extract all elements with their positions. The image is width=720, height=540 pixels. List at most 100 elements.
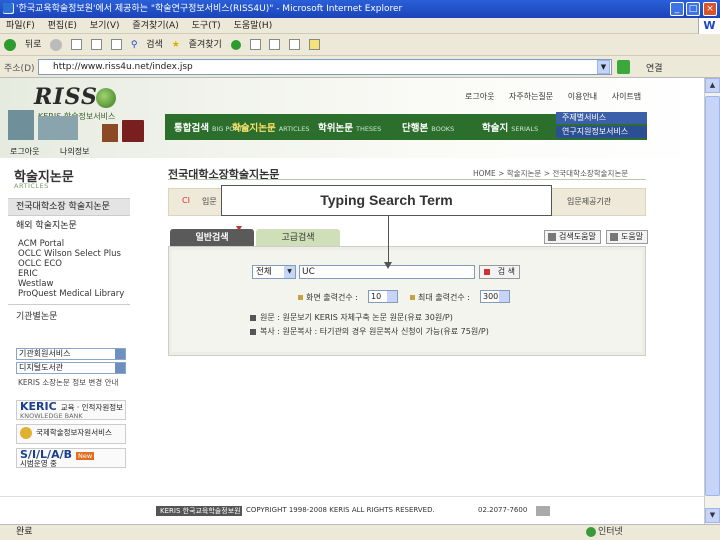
go-arrow-icon[interactable] [617, 60, 630, 74]
db-link-eric[interactable]: ERIC [18, 269, 124, 279]
left-nav-subtitle: ARTICLES [14, 182, 49, 190]
my-info-link[interactable]: 나의정보 [60, 147, 89, 156]
windows-logo-icon: W [698, 18, 720, 34]
search-help-button[interactable]: 검색도움말 [544, 230, 601, 244]
back-arrow-icon[interactable] [4, 38, 16, 51]
nav-research-support[interactable]: 연구지원정보서비스 [556, 126, 647, 138]
mail-icon[interactable] [269, 39, 281, 50]
db-link-acm[interactable]: ACM Portal [18, 239, 124, 249]
links-label[interactable]: 연결 [646, 61, 663, 74]
bullet-icon [298, 295, 303, 300]
tab-basic-search[interactable]: 일반검색 [170, 229, 254, 247]
display-count-label: 화면 출력건수 : [298, 292, 358, 303]
institution-title: 기관별논문 [16, 312, 58, 322]
max-count-select[interactable]: 300 [480, 290, 510, 303]
chevron-down-icon: ▼ [284, 266, 295, 278]
search-submit-button[interactable]: 검 색 [479, 265, 520, 279]
nav-item-theses[interactable]: 학위논문 THESES [318, 120, 381, 134]
note-fulltext: 원문 : 원문보기 KERIS 자체구축 논문 원문(유료 30원/P) [250, 312, 453, 323]
quick-item-provider[interactable]: 입문제공기관 [567, 196, 611, 207]
back-button[interactable]: 뒤로 [25, 40, 42, 50]
internet-zone-icon [586, 527, 596, 537]
scroll-down-icon[interactable]: ▼ [705, 508, 720, 523]
divider [8, 304, 130, 305]
chevron-down-icon [499, 291, 509, 302]
search-button[interactable]: 검색 [146, 40, 163, 50]
menu-view[interactable]: 보기(V) [90, 21, 120, 31]
left-nav-foreign-articles[interactable]: 해외 학술지논문 [8, 219, 130, 235]
home-icon[interactable] [110, 39, 122, 50]
note-copy: 복사 : 원문복사 : 타기관의 경우 원문복사 신청이 가능(유료 75원/P… [250, 326, 489, 337]
vertical-scrollbar[interactable]: ▲ ▼ [704, 78, 720, 524]
util-link-faq[interactable]: 자주하는질문 [509, 92, 553, 101]
login-row: 로그아웃 나의정보 [10, 146, 107, 157]
menu-help[interactable]: 도움말(H) [234, 21, 273, 31]
footer-copyright: COPYRIGHT 1998-2008 KERIS ALL RIGHTS RES… [246, 506, 435, 514]
menu-tools[interactable]: 도구(T) [192, 21, 221, 31]
institution-notice[interactable]: KERIS 소장논문 정보 변경 안내 [18, 377, 118, 388]
riss-logo-globe-icon [96, 88, 116, 108]
help-button[interactable]: 도움말 [606, 230, 649, 244]
window-title-bar: '한국교육학술정보원'에서 제공하는 "학술연구정보서비스(RISS4U)" -… [0, 0, 720, 18]
banner-silab[interactable]: S/I/L/A/B New 시범운영 중 [16, 448, 126, 468]
chevron-down-icon [115, 349, 125, 359]
nav-item-articles[interactable]: 학술지논문 ARTICLES [232, 120, 309, 134]
stop-icon[interactable] [71, 39, 83, 50]
forward-arrow-icon[interactable] [50, 38, 63, 51]
search-field-select[interactable]: 전체 ▼ [252, 265, 296, 279]
search-icon[interactable]: ⚲ [131, 40, 138, 50]
address-dropdown-icon[interactable]: ▼ [597, 60, 610, 74]
quick-item-intro[interactable]: 입문 [202, 196, 217, 207]
history-icon[interactable] [249, 39, 261, 50]
scroll-up-icon[interactable]: ▲ [705, 78, 720, 93]
banner-keric[interactable]: KERIC 교육 · 인적자원정보 KNOWLEDGE BANK [16, 400, 126, 420]
left-nav-domestic-articles[interactable]: 전국대학소장 학술지논문 [8, 198, 130, 216]
folder-icon[interactable] [309, 39, 321, 50]
banner-international[interactable]: 국제학술정보자원서비스 [16, 424, 126, 444]
breadcrumb: HOME > 학술지논문 > 전국대학소장학술지논문 [473, 169, 629, 178]
tab-advanced-search[interactable]: 고급검색 [256, 229, 340, 247]
refresh-icon[interactable] [91, 39, 103, 50]
security-zone: 인터넷 [598, 527, 623, 537]
bullet-icon [410, 295, 415, 300]
nav-item-books[interactable]: 단행본 BOOKS [402, 120, 454, 134]
menu-favorites[interactable]: 즐겨찾기(A) [132, 21, 178, 31]
institution-member-select[interactable]: 기관회원서비스 [16, 348, 126, 360]
maximize-button[interactable]: □ [686, 2, 700, 16]
utility-links: 로그아웃 자주하는질문 이용안내 사이트맵 [465, 91, 653, 102]
display-count-select[interactable]: 10 [368, 290, 398, 303]
util-link-sitemap[interactable]: 사이트맵 [612, 92, 641, 101]
menu-file[interactable]: 파일(F) [6, 21, 35, 31]
toolbar: 뒤로 ⚲ 검색 ★ 즐겨찾기 [0, 34, 720, 56]
riss-logo[interactable]: RISS [34, 84, 98, 110]
max-count-label: 최대 출력건수 : [410, 292, 470, 303]
menu-bar: 파일(F) 편집(E) 보기(V) 즐겨찾기(A) 도구(T) 도움말(H) [0, 18, 720, 34]
db-link-oclc-eco[interactable]: OCLC ECO [18, 259, 124, 269]
menu-edit[interactable]: 편집(E) [48, 21, 77, 31]
address-input[interactable]: http://www.riss4u.net/index.jsp [38, 59, 612, 75]
minimize-button[interactable]: _ [670, 2, 684, 16]
media-icon[interactable] [230, 39, 241, 50]
footer-badge [536, 506, 550, 516]
page-done-icon [3, 3, 13, 13]
nav-subject-service[interactable]: 주제별서비스 [556, 112, 647, 124]
digital-library-select[interactable]: 디지털도서관 [16, 362, 126, 374]
close-button[interactable]: × [703, 2, 717, 16]
util-link-guide[interactable]: 이용안내 [568, 92, 597, 101]
foreign-db-list: ACM Portal OCLC Wilson Select Plus OCLC … [18, 239, 124, 299]
address-label: 주소(D) [4, 64, 35, 74]
print-icon[interactable] [289, 39, 301, 50]
scroll-thumb[interactable] [705, 96, 720, 496]
nav-item-serials[interactable]: 학술지 SERIALS [482, 120, 538, 134]
favorites-star-icon[interactable]: ★ [172, 40, 180, 50]
db-link-oclc-wilson[interactable]: OCLC Wilson Select Plus [18, 249, 124, 259]
db-link-westlaw[interactable]: Westlaw [18, 279, 124, 289]
logout-link[interactable]: 로그아웃 [10, 147, 39, 156]
db-link-proquest[interactable]: ProQuest Medical Library [18, 289, 124, 299]
util-link-logout[interactable]: 로그아웃 [465, 92, 494, 101]
quick-item-ci[interactable]: CI [182, 196, 190, 205]
favorites-button[interactable]: 즐겨찾기 [189, 40, 222, 50]
web-page: RISS KERIS 학술정보서비스 로그아웃 자주하는질문 이용안내 사이트맵… [0, 78, 704, 524]
footer-phone: 02.2077-7600 [478, 506, 528, 514]
globe-icon [20, 427, 32, 439]
